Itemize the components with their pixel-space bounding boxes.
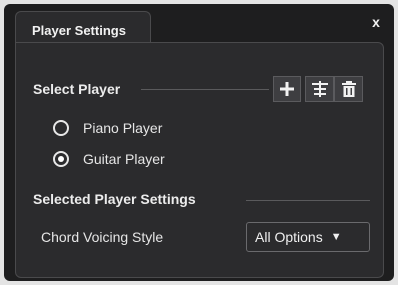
section-divider	[141, 89, 269, 90]
player-settings-window: Player Settings x Select Player Piano Pl…	[4, 4, 394, 281]
tab-player-settings[interactable]: Player Settings	[15, 11, 151, 43]
radio-option-piano[interactable]: Piano Player	[53, 120, 162, 136]
close-icon: x	[372, 14, 380, 30]
close-button[interactable]: x	[368, 14, 384, 30]
insert-player-button[interactable]	[305, 76, 334, 102]
radio-label-guitar: Guitar Player	[83, 151, 165, 167]
section-divider	[246, 200, 370, 201]
selected-player-settings-heading: Selected Player Settings	[33, 191, 196, 207]
chevron-down-icon: ▼	[330, 231, 342, 243]
radio-button[interactable]	[53, 120, 69, 136]
trash-icon	[341, 81, 356, 97]
chord-voicing-style-select[interactable]: All Options ▼	[246, 222, 370, 252]
select-player-heading: Select Player	[33, 81, 121, 97]
chord-voicing-style-label: Chord Voicing Style	[41, 229, 164, 245]
tab-title: Player Settings	[32, 23, 126, 38]
add-player-button[interactable]	[273, 76, 301, 102]
radio-option-guitar[interactable]: Guitar Player	[53, 151, 165, 167]
radio-button-checked[interactable]	[53, 151, 69, 167]
insert-icon	[311, 81, 328, 97]
radio-label-piano: Piano Player	[83, 120, 163, 136]
chord-voicing-style-value: All Options	[255, 229, 323, 245]
delete-player-button[interactable]	[334, 76, 363, 102]
settings-panel: Select Player Piano Player Guitar Player…	[15, 42, 384, 278]
plus-icon	[280, 82, 294, 96]
